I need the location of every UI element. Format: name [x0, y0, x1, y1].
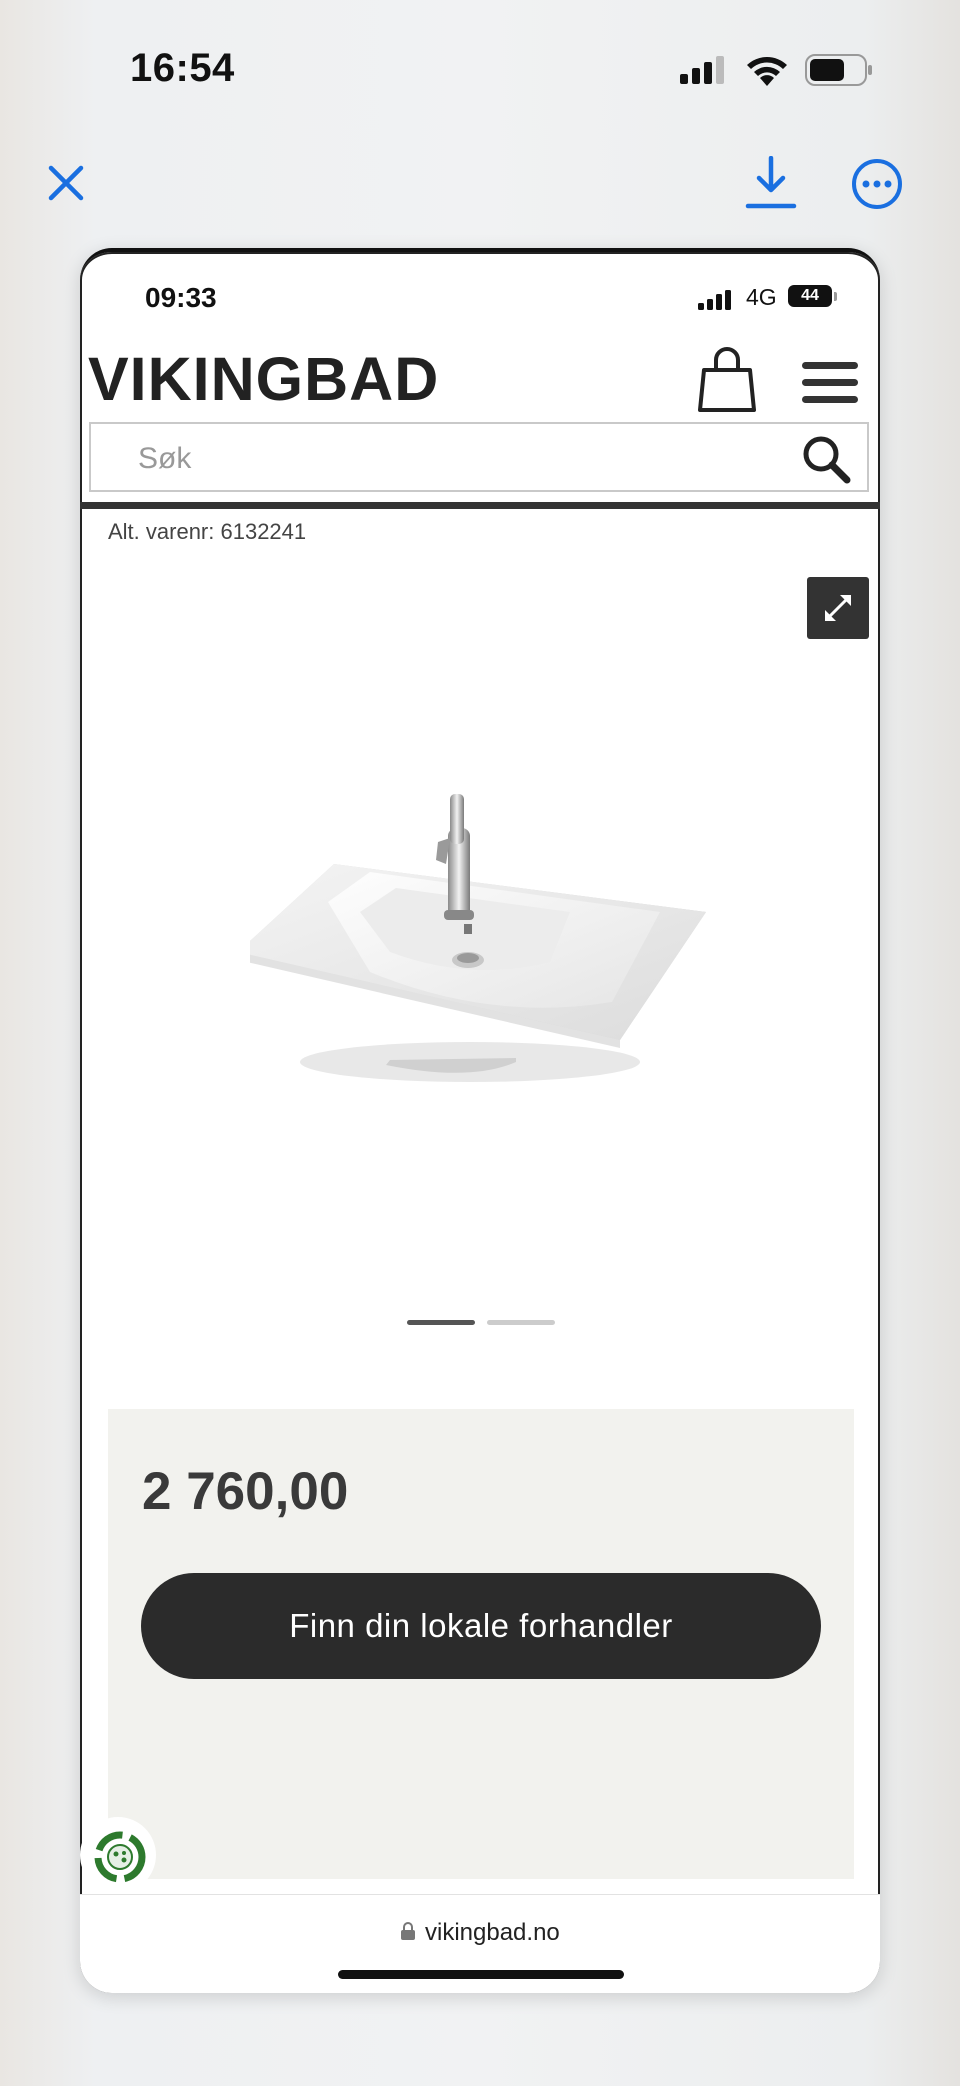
gallery-dot-2[interactable] [487, 1320, 555, 1325]
find-dealer-button[interactable]: Finn din lokale forhandler [141, 1573, 821, 1679]
close-icon[interactable] [48, 165, 84, 201]
inner-time: 09:33 [145, 282, 217, 313]
network-type: 4G [746, 284, 777, 310]
eco-recycling-badge[interactable] [80, 1817, 156, 1893]
battery-icon [805, 54, 872, 86]
shopping-bag-icon[interactable] [698, 346, 756, 412]
header-divider [80, 502, 880, 509]
fullscreen-expand-button[interactable] [807, 577, 869, 639]
wifi-icon [747, 57, 787, 86]
inner-status-bar: 09:33 4G 44 [80, 252, 880, 332]
more-icon[interactable] [851, 158, 903, 210]
url-text: vikingbad.no [425, 1919, 560, 1946]
home-indicator [338, 1970, 624, 1979]
inner-battery-level: 44 [788, 285, 832, 307]
search-bar [89, 422, 869, 492]
recycling-icon [94, 1831, 146, 1883]
screenshot-card: 09:33 4G 44 VIKINGBAD Alt. varenr: 61322… [80, 248, 880, 1993]
product-image-washbasin[interactable] [250, 772, 710, 1112]
lock-icon [401, 1922, 415, 1940]
os-time: 16:54 [130, 46, 235, 90]
hamburger-menu-icon[interactable] [802, 362, 858, 404]
search-input[interactable] [136, 436, 740, 482]
gallery-dot-1[interactable] [407, 1320, 475, 1325]
os-status-bar: 16:54 [0, 0, 960, 140]
inner-battery-tip [834, 292, 837, 301]
vikingbad-logo[interactable]: VIKINGBAD [88, 344, 439, 414]
inner-signal-icon [698, 290, 731, 310]
viewer-toolbar [0, 140, 960, 250]
price-panel: 2 760,00 Finn din lokale forhandler [108, 1409, 854, 1879]
browser-url-bar[interactable]: vikingbad.no [80, 1894, 880, 1993]
expand-icon [825, 595, 851, 621]
search-icon[interactable] [801, 434, 851, 484]
cellular-signal-icon [680, 56, 724, 84]
product-price: 2 760,00 [142, 1462, 349, 1521]
download-icon[interactable] [745, 156, 797, 210]
alt-item-number: Alt. varenr: 6132241 [108, 519, 307, 544]
